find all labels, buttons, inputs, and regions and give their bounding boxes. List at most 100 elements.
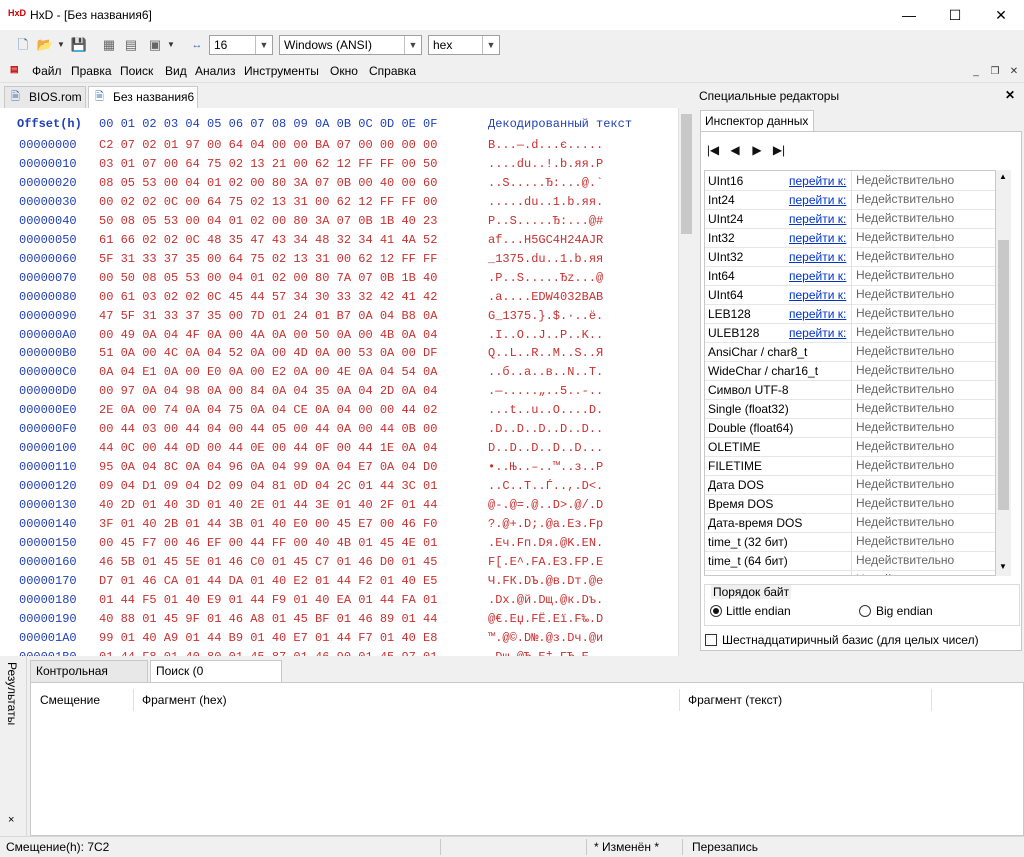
row-decoded-text[interactable]: ...t..u..О....D. bbox=[488, 403, 603, 417]
inspector-value[interactable]: Недействительно bbox=[851, 190, 995, 209]
display-mode-select[interactable]: hex ▼ bbox=[428, 35, 500, 55]
row-decoded-text[interactable]: Q..L..R..M..S..Я bbox=[488, 346, 603, 360]
goto-link[interactable]: перейти к: bbox=[789, 288, 846, 302]
row-hex-bytes[interactable]: 00 44 03 00 44 04 00 44 05 00 44 0A 00 4… bbox=[99, 422, 437, 436]
inspector-row[interactable]: Single (float32) Недействительно bbox=[705, 399, 995, 419]
row-offset[interactable]: 000001A0 bbox=[19, 631, 77, 645]
row-decoded-text[interactable]: •..Њ..–..™..з..Р bbox=[488, 460, 603, 474]
row-hex-bytes[interactable]: 51 0A 00 4C 0A 04 52 0A 00 4D 0A 00 53 0… bbox=[99, 346, 437, 360]
bytes-per-row-select[interactable]: 16 ▼ bbox=[209, 35, 273, 55]
row-hex-bytes[interactable]: 00 61 03 02 02 0C 45 44 57 34 30 33 32 4… bbox=[99, 290, 437, 304]
file-tab-untitled6[interactable]: 🗎 Без названия6 bbox=[88, 86, 198, 108]
row-offset[interactable]: 000000B0 bbox=[19, 346, 77, 360]
row-hex-bytes[interactable]: 40 88 01 45 9F 01 46 A8 01 45 BF 01 46 8… bbox=[99, 612, 437, 626]
inspector-row[interactable]: WideChar / char16_t Недействительно bbox=[705, 361, 995, 381]
inspector-row[interactable]: Int32 перейти к: Недействительно bbox=[705, 228, 995, 248]
row-hex-bytes[interactable]: 46 5B 01 45 5E 01 46 C0 01 45 C7 01 46 D… bbox=[99, 555, 437, 569]
row-hex-bytes[interactable]: 95 0A 04 8C 0A 04 96 0A 04 99 0A 04 E7 0… bbox=[99, 460, 437, 474]
row-hex-bytes[interactable]: 00 49 0A 04 4F 0A 00 4A 0A 00 50 0A 00 4… bbox=[99, 328, 437, 342]
inspector-value[interactable]: Недействительно bbox=[851, 551, 995, 570]
inspector-value[interactable]: Недействительно bbox=[851, 570, 995, 575]
row-offset[interactable]: 000000D0 bbox=[19, 384, 77, 398]
inspector-vertical-scrollbar[interactable]: ▲ ▼ bbox=[996, 170, 1011, 576]
inspector-value[interactable]: Недействительно bbox=[851, 456, 995, 475]
row-offset[interactable]: 000000E0 bbox=[19, 403, 77, 417]
inspector-row[interactable]: time_t (32 бит) Недействительно bbox=[705, 532, 995, 552]
open-dropdown-icon[interactable]: ▼ bbox=[56, 36, 66, 54]
inspector-value[interactable]: Недействительно bbox=[851, 380, 995, 399]
row-decoded-text[interactable]: В...—.d...є..... bbox=[488, 138, 603, 152]
inspector-row[interactable]: time_t (64 бит) Недействительно bbox=[705, 551, 995, 571]
new-file-icon[interactable]: 🗋 bbox=[14, 36, 32, 54]
inspector-value[interactable]: Недействительно bbox=[851, 494, 995, 513]
row-offset[interactable]: 00000040 bbox=[19, 214, 77, 228]
inspector-row[interactable]: ULEB128 перейти к: Недействительно bbox=[705, 323, 995, 343]
ram-icon[interactable]: ▤ bbox=[122, 36, 140, 54]
inspector-value[interactable]: Недействительно bbox=[851, 209, 995, 228]
close-panel-icon[interactable]: ✕ bbox=[1005, 88, 1015, 102]
goto-link[interactable]: перейти к: bbox=[789, 326, 846, 340]
row-offset[interactable]: 00000120 bbox=[19, 479, 77, 493]
row-offset[interactable]: 00000070 bbox=[19, 271, 77, 285]
row-offset[interactable]: 00000110 bbox=[19, 460, 77, 474]
row-hex-bytes[interactable]: 09 04 D1 09 04 D2 09 04 81 0D 04 2C 01 4… bbox=[99, 479, 437, 493]
row-hex-bytes[interactable]: 03 01 07 00 64 75 02 13 21 00 62 12 FF F… bbox=[99, 157, 437, 171]
row-offset[interactable]: 00000020 bbox=[19, 176, 77, 190]
row-offset[interactable]: 00000160 bbox=[19, 555, 77, 569]
row-decoded-text[interactable]: Ч.FК.DЪ.@в.Dт.@е bbox=[488, 574, 603, 588]
row-decoded-text[interactable]: .Dш.@Ђ.E‡.FЂ.E—. bbox=[488, 650, 603, 656]
inspector-row[interactable]: UInt64 перейти к: Недействительно bbox=[705, 285, 995, 305]
row-offset[interactable]: 00000090 bbox=[19, 309, 77, 323]
column-fragment-text[interactable]: Фрагмент (текст) bbox=[680, 689, 932, 711]
last-icon[interactable]: ▶| bbox=[772, 143, 786, 157]
little-endian-radio[interactable] bbox=[710, 605, 722, 617]
row-decoded-text[interactable]: .....du..1.b.яя. bbox=[488, 195, 603, 209]
inspector-value[interactable]: Недействительно bbox=[851, 513, 995, 532]
inspector-value[interactable]: Недействительно bbox=[851, 171, 995, 190]
row-hex-bytes[interactable]: 08 05 53 00 04 01 02 00 80 3A 07 0B 00 4… bbox=[99, 176, 437, 190]
row-hex-bytes[interactable]: 00 02 02 0C 00 64 75 02 13 31 00 62 12 F… bbox=[99, 195, 437, 209]
row-decoded-text[interactable]: F[.E^.FА.EЗ.FР.E bbox=[488, 555, 603, 569]
tab-data-inspector[interactable]: Инспектор данных bbox=[700, 110, 814, 132]
inspector-row[interactable]: FILETIME Недействительно bbox=[705, 456, 995, 476]
row-decoded-text[interactable]: G_1375.}.$.·..ё. bbox=[488, 309, 603, 323]
scroll-thumb[interactable] bbox=[681, 114, 692, 234]
charset-select[interactable]: Windows (ANSI) ▼ bbox=[279, 35, 422, 55]
inspector-value[interactable]: Недействительно bbox=[851, 418, 995, 437]
inspector-row[interactable]: UInt32 перейти к: Недействительно bbox=[705, 247, 995, 267]
inspector-row[interactable]: AnsiChar / char8_t Недействительно bbox=[705, 342, 995, 362]
inspector-value[interactable]: Недействительно bbox=[851, 532, 995, 551]
save-icon[interactable]: 💾 bbox=[70, 36, 88, 54]
row-offset[interactable]: 00000060 bbox=[19, 252, 77, 266]
row-offset[interactable]: 00000010 bbox=[19, 157, 77, 171]
row-offset[interactable]: 000001B0 bbox=[19, 650, 77, 656]
row-decoded-text[interactable]: .a....EDW4032BAB bbox=[488, 290, 603, 304]
row-decoded-text[interactable]: ....du..!.b.яя.P bbox=[488, 157, 603, 171]
inspector-value[interactable]: Недействительно bbox=[851, 323, 995, 342]
column-fragment-hex[interactable]: Фрагмент (hex) bbox=[134, 689, 680, 711]
mdi-minimize-button[interactable]: _ bbox=[968, 64, 984, 80]
inspector-value[interactable]: Недействительно bbox=[851, 399, 995, 418]
row-decoded-text[interactable]: _1375.du..1.b.яя bbox=[488, 252, 603, 266]
goto-link[interactable]: перейти к: bbox=[789, 212, 846, 226]
row-offset[interactable]: 00000180 bbox=[19, 593, 77, 607]
row-hex-bytes[interactable]: 3F 01 40 2B 01 44 3B 01 40 E0 00 45 E7 0… bbox=[99, 517, 437, 531]
row-hex-bytes[interactable]: 99 01 40 A9 01 44 B9 01 40 E7 01 44 F7 0… bbox=[99, 631, 437, 645]
inspector-row[interactable]: Int24 перейти к: Недействительно bbox=[705, 190, 995, 210]
row-decoded-text[interactable]: af...H5GC4H24AJR bbox=[488, 233, 603, 247]
row-hex-bytes[interactable]: 40 2D 01 40 3D 01 40 2E 01 44 3E 01 40 2… bbox=[99, 498, 437, 512]
inspector-value[interactable]: Недействительно bbox=[851, 266, 995, 285]
row-decoded-text[interactable]: @€.Eџ.FЁ.Eї.F‰.D bbox=[488, 612, 603, 626]
row-offset[interactable]: 00000030 bbox=[19, 195, 77, 209]
goto-link[interactable]: перейти к: bbox=[789, 231, 846, 245]
row-hex-bytes[interactable]: 44 0C 00 44 0D 00 44 0E 00 44 0F 00 44 1… bbox=[99, 441, 437, 455]
inspector-value[interactable]: Недействительно bbox=[851, 304, 995, 323]
row-decoded-text[interactable]: P..S.....Ђ:...@# bbox=[488, 214, 603, 228]
inspector-row[interactable]: UInt16 перейти к: Недействительно bbox=[705, 171, 995, 191]
inspector-row[interactable]: Double (float64) Недействительно bbox=[705, 418, 995, 438]
row-offset[interactable]: 000000A0 bbox=[19, 328, 77, 342]
row-offset[interactable]: 000000F0 bbox=[19, 422, 77, 436]
row-hex-bytes[interactable]: 0A 04 E1 0A 00 E0 0A 00 E2 0A 00 4E 0A 0… bbox=[99, 365, 437, 379]
column-offset[interactable]: Смещение bbox=[32, 689, 134, 711]
row-offset[interactable]: 00000140 bbox=[19, 517, 77, 531]
